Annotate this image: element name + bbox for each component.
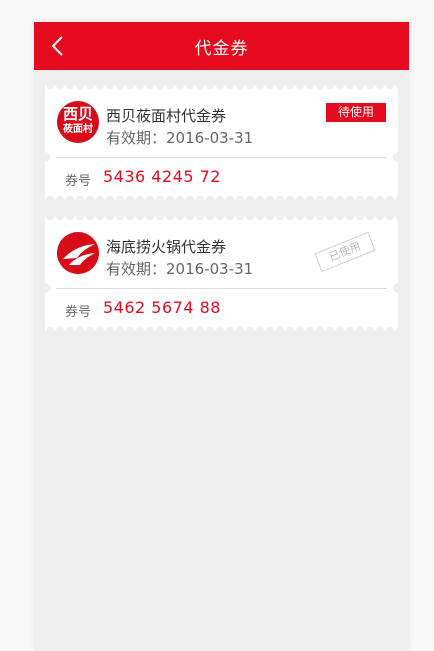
coupon-card[interactable]: 西贝 莜面村 西贝莜面村代金券 有效期：2016-03-31 待使用 券号 54… bbox=[40, 85, 403, 200]
coupon-expiry: 有效期：2016-03-31 bbox=[106, 260, 254, 278]
haidilao-logo-icon bbox=[57, 232, 99, 274]
logo-text-line1: 西贝 bbox=[62, 105, 93, 123]
xibei-logo: 西贝 莜面村 bbox=[57, 101, 99, 143]
coupon-name: 海底捞火锅代金券 bbox=[106, 238, 227, 256]
app-screen: 代金券 西贝 莜面村 西贝莜面村代金券 有效期：2016-03-31 待使用 券… bbox=[34, 22, 409, 651]
coupon-code: 5436 4245 72 bbox=[103, 167, 221, 186]
coupon-code-row: 券号 5462 5674 88 bbox=[45, 289, 398, 331]
haidilao-logo bbox=[57, 232, 99, 274]
coupon-name: 西贝莜面村代金券 bbox=[106, 107, 227, 125]
header-bar: 代金券 bbox=[34, 22, 409, 70]
coupon-info: 海底捞火锅代金券 有效期：2016-03-31 已使用 bbox=[45, 216, 398, 288]
page-title: 代金券 bbox=[194, 38, 249, 59]
code-label: 券号 bbox=[65, 305, 92, 320]
code-label: 券号 bbox=[65, 174, 92, 189]
coupon-code: 5462 5674 88 bbox=[103, 298, 221, 317]
logo-text-line2: 莜面村 bbox=[63, 124, 93, 135]
back-button[interactable] bbox=[48, 34, 70, 58]
coupon-list: 西贝 莜面村 西贝莜面村代金券 有效期：2016-03-31 待使用 券号 54… bbox=[34, 70, 409, 331]
coupon-code-row: 券号 5436 4245 72 bbox=[45, 158, 398, 200]
coupon-card[interactable]: 海底捞火锅代金券 有效期：2016-03-31 已使用 券号 5462 5674… bbox=[40, 216, 403, 331]
coupon-expiry: 有效期：2016-03-31 bbox=[106, 129, 254, 147]
coupon-info: 西贝 莜面村 西贝莜面村代金券 有效期：2016-03-31 待使用 bbox=[45, 85, 398, 157]
chevron-left-icon bbox=[51, 36, 63, 56]
status-badge-unused: 待使用 bbox=[326, 103, 386, 122]
status-stamp-used: 已使用 bbox=[314, 231, 376, 273]
